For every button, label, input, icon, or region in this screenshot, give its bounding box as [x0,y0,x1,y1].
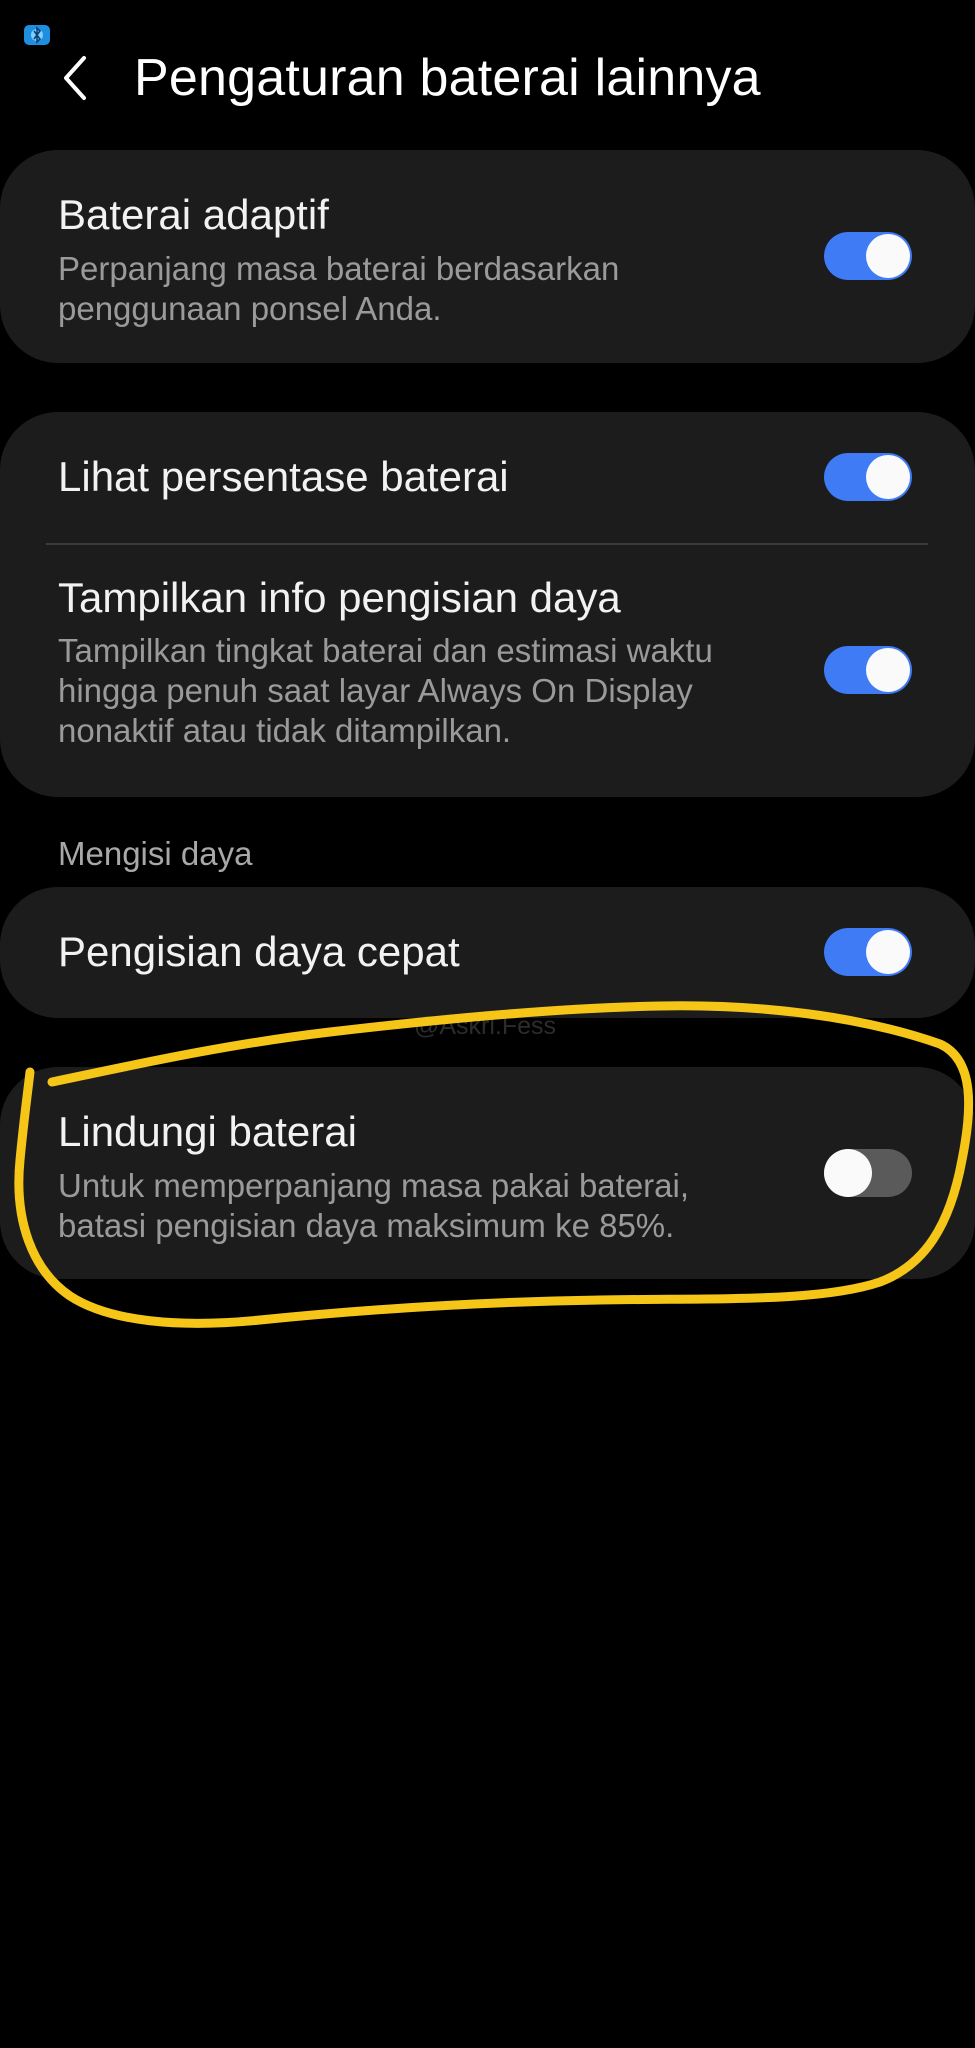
page-title: Pengaturan baterai lainnya [134,49,761,107]
setting-row-adaptive-battery[interactable]: Baterai adaptif Perpanjang masa baterai … [0,150,975,363]
chevron-left-icon [64,56,86,100]
charging-info-toggle[interactable] [824,646,912,694]
setting-description: Perpanjang masa baterai berdasarkan peng… [58,250,620,327]
toggle-knob [866,234,910,278]
settings-card-protect-battery: Lindungi baterai Untuk memperpanjang mas… [0,1067,975,1279]
settings-card-display: Lihat persentase baterai Tampilkan info … [0,412,975,797]
adaptive-battery-toggle[interactable] [824,232,912,280]
battery-percentage-toggle[interactable] [824,453,912,501]
setting-title: Pengisian daya cepat [58,928,460,975]
settings-card-fast-charging: Pengisian daya cepat [0,887,975,1018]
toggle-knob [866,455,910,499]
protect-battery-toggle[interactable] [824,1149,912,1197]
setting-description: Untuk memperpanjang masa pakai baterai, … [58,1167,690,1244]
setting-row-battery-percentage[interactable]: Lihat persentase baterai [0,412,975,542]
back-button[interactable] [48,50,104,106]
toggle-knob [866,930,910,974]
app-header: Pengaturan baterai lainnya [0,40,975,120]
setting-title: Tampilkan info pengisian daya [58,574,621,621]
settings-card-adaptive: Baterai adaptif Perpanjang masa baterai … [0,150,975,363]
toggle-knob [866,648,910,692]
setting-row-charging-info[interactable]: Tampilkan info pengisian daya Tampilkan … [0,545,975,797]
watermark: @Askrl.Fess [414,1012,557,1040]
setting-row-protect-battery[interactable]: Lindungi baterai Untuk memperpanjang mas… [0,1067,975,1279]
toggle-knob [824,1149,872,1197]
setting-title: Lindungi baterai [58,1108,357,1155]
setting-title: Baterai adaptif [58,191,329,238]
setting-row-fast-charging[interactable]: Pengisian daya cepat [0,887,975,1018]
fast-charging-toggle[interactable] [824,928,912,976]
setting-title: Lihat persentase baterai [58,453,509,500]
setting-description: Tampilkan tingkat baterai dan estimasi w… [58,632,713,749]
section-header-charging: Mengisi daya [58,835,253,872]
